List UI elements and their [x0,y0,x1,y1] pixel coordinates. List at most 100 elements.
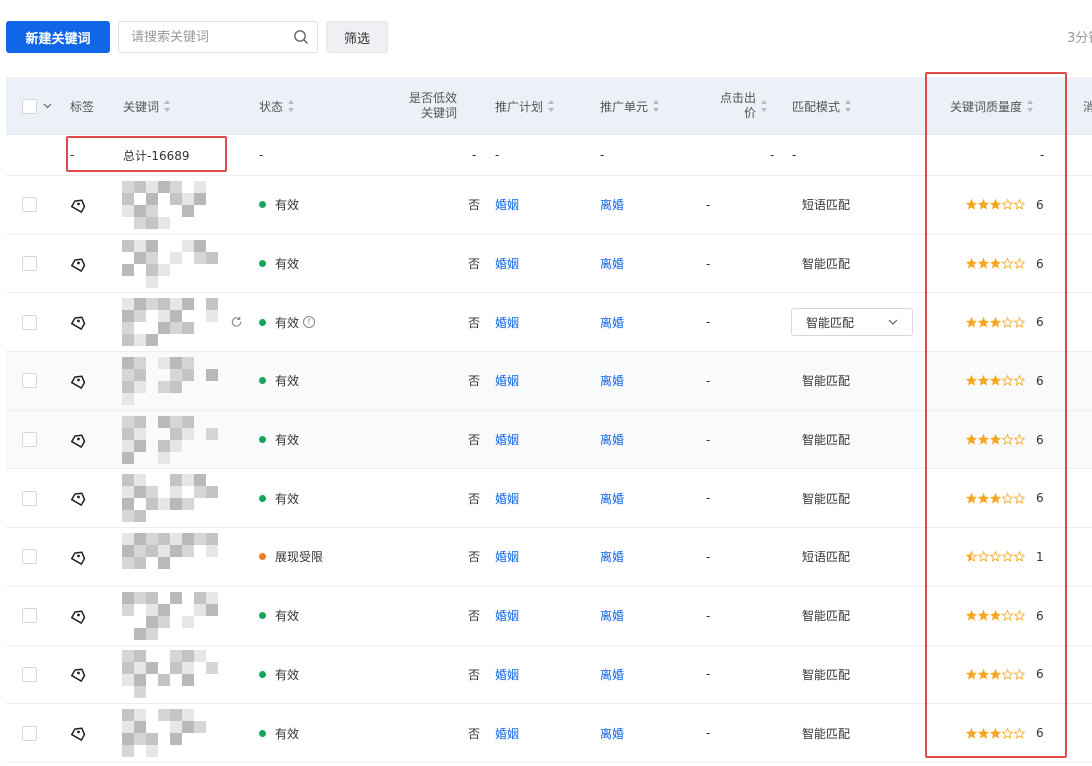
row-checkbox-cell[interactable] [22,704,37,762]
match-mode-dropdown[interactable]: 智能匹配 [791,308,913,337]
tag-cell[interactable] [71,587,87,645]
tag-icon[interactable] [71,666,87,683]
sort-icon[interactable] [845,100,852,112]
new-keyword-button[interactable]: 新建关键词 [6,21,110,53]
bid-cell[interactable]: - [706,587,710,645]
row-checkbox-cell[interactable] [22,646,37,704]
sort-icon[interactable] [1027,100,1034,112]
row-checkbox[interactable] [22,725,37,741]
search-box[interactable] [118,21,318,53]
bid-cell[interactable]: - [706,528,710,586]
table-row[interactable]: 有效 否 婚姻 离婚 - 智能匹配 6 [6,410,1092,470]
plan-link[interactable]: 婚姻 [495,176,519,234]
row-checkbox-cell[interactable] [22,352,37,410]
select-all-checkbox[interactable] [22,98,37,114]
tag-cell[interactable] [71,704,87,762]
row-checkbox[interactable] [22,314,37,330]
tag-cell[interactable] [71,293,87,351]
tag-cell[interactable] [71,646,87,704]
row-checkbox[interactable] [22,666,37,682]
bid-cell[interactable]: - [706,646,710,704]
tag-icon[interactable] [71,197,87,213]
row-checkbox-cell[interactable] [22,235,37,293]
bid-cell[interactable]: - [706,176,710,234]
row-checkbox-cell[interactable] [22,176,37,234]
bid-cell[interactable]: - [706,469,710,527]
col-plan-header[interactable]: 推广计划 [495,77,555,135]
tag-cell[interactable] [71,469,87,527]
filter-button[interactable]: 筛选 [326,21,388,53]
bid-cell[interactable]: - [706,235,710,293]
unit-link[interactable]: 离婚 [600,469,624,527]
match-mode-select[interactable]: 智能匹配 [791,293,913,351]
tag-icon[interactable] [71,725,87,741]
table-row[interactable]: 有效 否 婚姻 离婚 - 智能匹配 6 [6,586,1092,646]
plan-link[interactable]: 婚姻 [495,646,519,704]
table-row[interactable]: 有效 否 婚姻 离婚 - 智能匹配 6 [6,352,1092,411]
tag-icon[interactable] [71,432,87,448]
unit-link[interactable]: 离婚 [600,704,624,762]
plan-link[interactable]: 婚姻 [495,469,519,527]
row-checkbox[interactable] [22,608,37,624]
tag-icon[interactable] [71,373,87,389]
table-row[interactable]: 展现受限 否 婚姻 离婚 - 短语匹配 1 [6,528,1092,587]
col-keyword-header[interactable]: 关键词 [123,77,171,135]
bid-cell[interactable]: - [706,352,710,410]
refresh-icon[interactable] [230,316,243,329]
tag-cell[interactable] [71,411,87,469]
tag-cell[interactable] [71,176,87,234]
unit-link[interactable]: 离婚 [600,411,624,469]
tag-icon[interactable] [71,608,87,624]
col-quality-header[interactable]: 关键词质量度 [950,77,1034,135]
plan-link[interactable]: 婚姻 [495,235,519,293]
search-input[interactable] [131,29,281,45]
plan-link[interactable]: 婚姻 [495,528,519,586]
unit-link[interactable]: 离婚 [600,646,624,704]
col-match-header[interactable]: 匹配模式 [792,77,852,135]
unit-link[interactable]: 离婚 [600,352,624,410]
col-status-header[interactable]: 状态 [259,77,295,135]
table-row[interactable]: 有效 否 婚姻 离婚 - 智能匹配 6 [6,234,1092,294]
unit-link[interactable]: 离婚 [600,528,624,586]
sort-icon[interactable] [164,100,171,112]
row-checkbox[interactable] [22,432,37,448]
table-row[interactable]: 有效 否 婚姻 离婚 - 短语匹配 6 [6,176,1092,235]
row-checkbox-cell[interactable] [22,469,37,527]
chevron-down-icon[interactable] [888,318,898,326]
sort-icon[interactable] [288,100,295,112]
tag-cell[interactable] [71,352,87,410]
row-checkbox[interactable] [22,490,37,506]
tag-icon[interactable] [71,314,87,331]
tag-icon[interactable] [71,549,87,565]
bid-cell[interactable]: - [706,411,710,469]
bid-cell[interactable]: - [706,293,710,351]
select-all-header[interactable] [22,77,52,135]
sort-icon[interactable] [761,100,768,112]
row-checkbox-cell[interactable] [22,587,37,645]
table-row[interactable]: 有效! 否 婚姻 离婚 - 智能匹配 6 [6,293,1092,353]
tag-icon[interactable] [71,256,87,272]
tag-icon[interactable] [71,490,87,507]
row-checkbox-cell[interactable] [22,293,37,351]
row-checkbox[interactable] [22,373,37,389]
unit-link[interactable]: 离婚 [600,235,624,293]
tag-cell[interactable] [71,235,87,293]
table-row[interactable]: 有效 否 婚姻 离婚 - 智能匹配 6 [6,469,1092,529]
unit-link[interactable]: 离婚 [600,293,624,351]
col-next-header[interactable]: 消 [1083,77,1092,135]
table-row[interactable]: 有效 否 婚姻 离婚 - 智能匹配 6 [6,704,1092,763]
col-bid-header[interactable]: 点击出价 [706,77,768,135]
row-checkbox-cell[interactable] [22,411,37,469]
sort-icon[interactable] [653,100,660,112]
row-checkbox[interactable] [22,256,37,272]
row-checkbox[interactable] [22,549,37,565]
unit-link[interactable]: 离婚 [600,587,624,645]
row-checkbox-cell[interactable] [22,528,37,586]
col-unit-header[interactable]: 推广单元 [600,77,660,135]
plan-link[interactable]: 婚姻 [495,587,519,645]
tag-cell[interactable] [71,528,87,586]
chevron-down-icon[interactable] [43,103,52,109]
search-icon[interactable] [293,29,309,45]
plan-link[interactable]: 婚姻 [495,293,519,351]
plan-link[interactable]: 婚姻 [495,352,519,410]
